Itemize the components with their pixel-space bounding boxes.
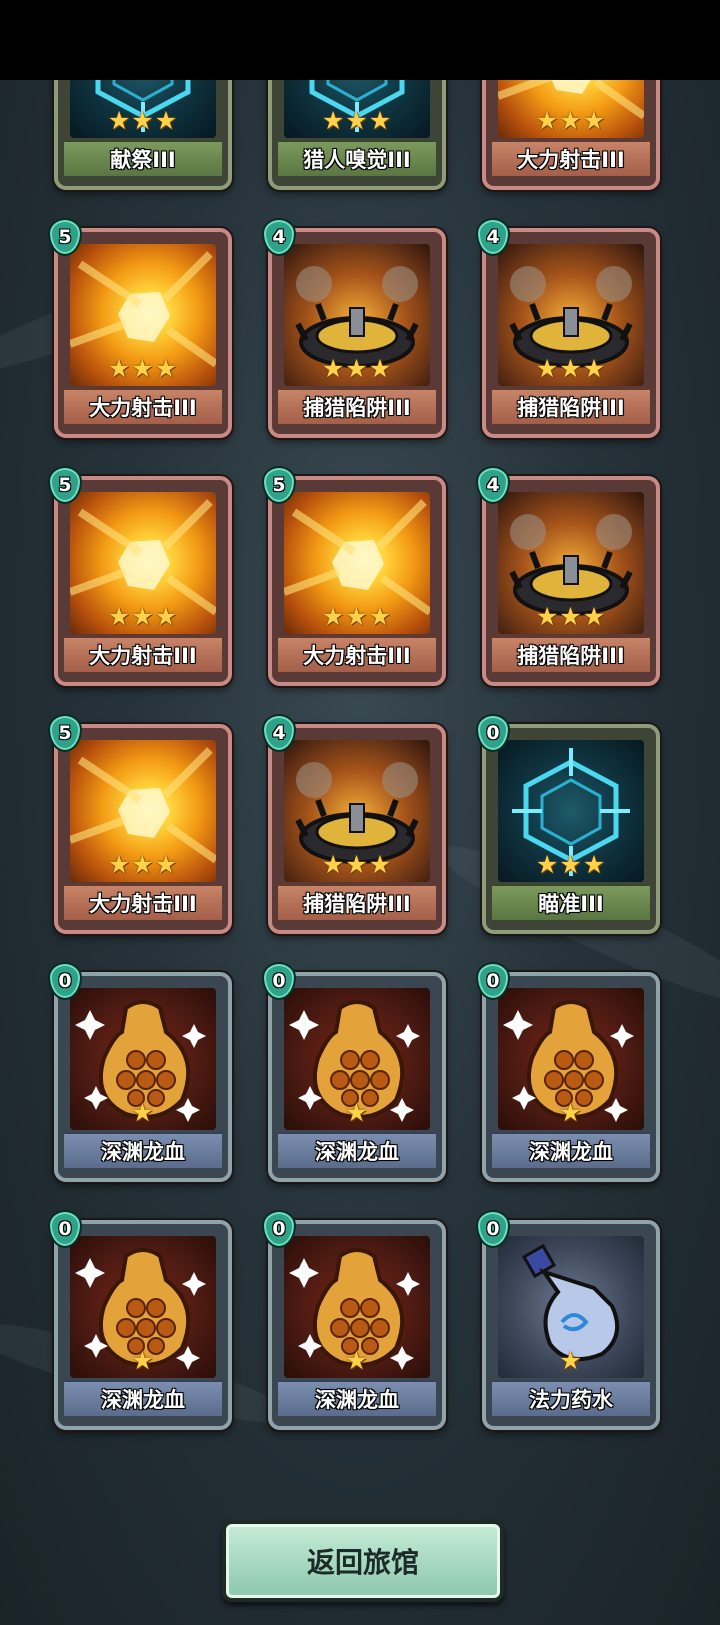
skill-card[interactable]: ★★★ 捕猎陷阱III 4 bbox=[476, 218, 660, 438]
card-name: 捕猎陷阱III bbox=[492, 388, 650, 424]
star-rating: ★★★ bbox=[107, 602, 179, 631]
card-name: 深渊龙血 bbox=[64, 1132, 222, 1168]
skill-card[interactable]: ★★★ 大力射击III 5 bbox=[48, 218, 232, 438]
card-name: 献祭III bbox=[64, 140, 222, 176]
skill-card[interactable]: ★ 深渊龙血 0 bbox=[262, 1210, 446, 1430]
skill-card[interactable]: ★★★ 大力射击III 5 bbox=[48, 466, 232, 686]
star-rating: ★★★ bbox=[321, 106, 393, 135]
skill-card[interactable]: ★★★ 大力射击III 5 bbox=[48, 714, 232, 934]
star-rating: ★★★ bbox=[107, 850, 179, 879]
star-rating: ★★★ bbox=[535, 602, 607, 631]
card-name: 捕猎陷阱III bbox=[492, 636, 650, 672]
star-rating: ★★★ bbox=[107, 354, 179, 383]
card-name: 大力射击III bbox=[278, 636, 436, 672]
skill-card[interactable]: ★★★ 大力射击III 5 bbox=[262, 466, 446, 686]
card-name: 大力射击III bbox=[64, 388, 222, 424]
card-name: 深渊龙血 bbox=[278, 1132, 436, 1168]
skill-card[interactable]: ★★★ 捕猎陷阱III 4 bbox=[476, 466, 660, 686]
star-rating: ★ bbox=[559, 1346, 583, 1375]
card-name: 大力射击III bbox=[492, 140, 650, 176]
star-rating: ★★★ bbox=[535, 850, 607, 879]
skill-card[interactable]: ★ 深渊龙血 0 bbox=[48, 962, 232, 1182]
star-rating: ★ bbox=[559, 1098, 583, 1127]
card-name: 深渊龙血 bbox=[492, 1132, 650, 1168]
skill-card[interactable]: ★ 深渊龙血 0 bbox=[48, 1210, 232, 1430]
skill-card[interactable]: ★★★ 瞄准III 0 bbox=[476, 714, 660, 934]
star-rating: ★★★ bbox=[321, 354, 393, 383]
skill-card[interactable]: ★★★ 捕猎陷阱III 4 bbox=[262, 218, 446, 438]
star-rating: ★★★ bbox=[107, 106, 179, 135]
card-name: 捕猎陷阱III bbox=[278, 884, 436, 920]
card-name: 猎人嗅觉III bbox=[278, 140, 436, 176]
card-name: 瞄准III bbox=[492, 884, 650, 920]
star-rating: ★ bbox=[131, 1346, 155, 1375]
card-name: 深渊龙血 bbox=[278, 1380, 436, 1416]
skill-card[interactable]: ★ 深渊龙血 0 bbox=[476, 962, 660, 1182]
skill-card[interactable]: ★★★ 捕猎陷阱III 4 bbox=[262, 714, 446, 934]
star-rating: ★ bbox=[345, 1098, 369, 1127]
star-rating: ★★★ bbox=[535, 354, 607, 383]
star-rating: ★★★ bbox=[535, 106, 607, 135]
skill-card[interactable]: ★ 深渊龙血 0 bbox=[262, 962, 446, 1182]
skill-card[interactable]: ★ 法力药水 0 bbox=[476, 1210, 660, 1430]
card-name: 大力射击III bbox=[64, 884, 222, 920]
star-rating: ★ bbox=[345, 1346, 369, 1375]
card-name: 深渊龙血 bbox=[64, 1380, 222, 1416]
card-name: 大力射击III bbox=[64, 636, 222, 672]
return-to-inn-button[interactable]: 返回旅馆 bbox=[222, 1520, 504, 1602]
card-name: 法力药水 bbox=[492, 1380, 650, 1416]
star-rating: ★ bbox=[131, 1098, 155, 1127]
star-rating: ★★★ bbox=[321, 602, 393, 631]
card-name: 捕猎陷阱III bbox=[278, 388, 436, 424]
status-bar bbox=[0, 0, 720, 80]
card-collection-grid: ★★★ 献祭III ★★★ 猎人嗅觉III ★★★ 大力射击III ★★★ 大力射击III 5 ★… bbox=[0, 0, 720, 1625]
star-rating: ★★★ bbox=[321, 850, 393, 879]
